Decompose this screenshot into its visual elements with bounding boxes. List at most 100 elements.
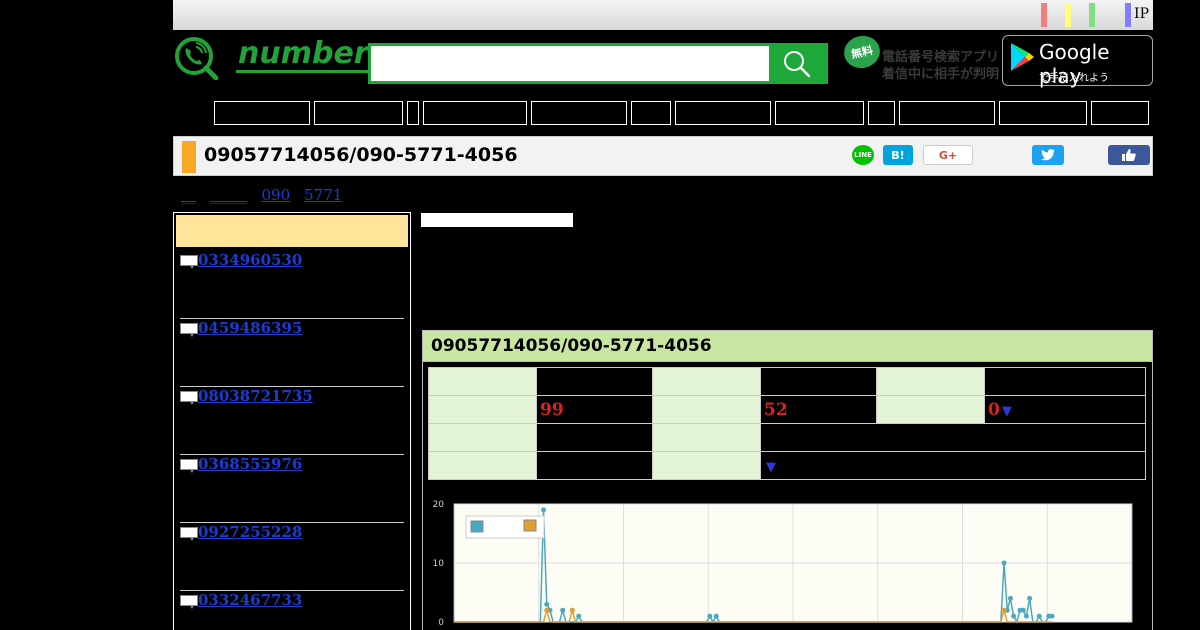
y-tick-label: 0 <box>438 618 444 628</box>
review-count-value: 0 <box>988 399 1000 420</box>
stat-label <box>428 367 537 396</box>
sidebar-number-link[interactable]: 0927255228 <box>198 523 302 541</box>
nav-item[interactable] <box>423 101 527 125</box>
expand-arrow-icon[interactable]: ▼ <box>766 460 776 475</box>
access-history-chart: 20 10 0 <box>433 500 1133 628</box>
data-point <box>1001 607 1007 613</box>
nav-item[interactable] <box>314 101 403 125</box>
ad-placeholder <box>421 213 573 227</box>
nav-item[interactable] <box>214 101 310 125</box>
list-item: 0332467733 <box>180 591 404 630</box>
google-play-icon <box>1011 43 1034 71</box>
stat-value <box>536 367 653 396</box>
nav-item[interactable] <box>1091 101 1149 125</box>
stat-label <box>428 395 537 424</box>
search-form <box>368 43 828 84</box>
stat-label <box>652 367 761 396</box>
breadcrumb: __ _____ 090 5771 <box>181 186 356 204</box>
page-title-bar: 09057714056/090-5771-4056 LINE B! G+ <box>173 136 1153 176</box>
sidebar-header <box>176 215 408 247</box>
nav-item[interactable] <box>407 101 419 125</box>
stat-value <box>760 367 877 396</box>
stat-label <box>428 423 537 452</box>
nav-item[interactable] <box>531 101 627 125</box>
stat-value <box>536 451 653 480</box>
sidebar-number-link[interactable]: 0459486395 <box>198 319 302 337</box>
access-count: 99 <box>536 395 653 424</box>
app-promo-text: 電話番号検索アプリ 着信中に相手が判明 <box>882 49 999 83</box>
data-point <box>569 607 575 613</box>
data-point <box>541 507 547 513</box>
breadcrumb-link[interactable]: 5771 <box>304 186 342 204</box>
ip-label[interactable]: IP <box>1134 6 1149 22</box>
legend-swatch <box>523 519 537 532</box>
site-logo-text[interactable]: number <box>236 38 371 73</box>
app-promo-line1: 電話番号検索アプリ <box>882 50 1000 65</box>
table-row: 99 52 0 ▼ <box>428 395 1146 424</box>
top-bar: IP <box>173 0 1153 30</box>
data-point <box>1023 613 1029 619</box>
nav-item[interactable] <box>899 101 995 125</box>
stat-label <box>652 423 761 452</box>
chart-y-axis: 20 10 0 <box>433 500 445 628</box>
expand-arrow-icon[interactable]: ▼ <box>1002 404 1012 419</box>
breadcrumb-link[interactable]: __ <box>181 186 196 204</box>
comment-icon <box>180 391 198 405</box>
stripe-yellow <box>1065 3 1071 27</box>
facebook-like-button[interactable] <box>1108 145 1150 165</box>
comment-icon <box>180 323 198 337</box>
google-play-button[interactable]: Google play で手に入れよう <box>1002 35 1153 88</box>
stat-value: ▼ <box>760 451 1146 480</box>
stat-label <box>428 451 537 480</box>
stat-value <box>536 423 653 452</box>
free-badge: 無料 <box>841 32 883 72</box>
list-item: 0334960530 <box>180 251 404 319</box>
search-button[interactable] <box>769 46 825 81</box>
line-share-button[interactable]: LINE <box>852 145 874 165</box>
google-plus-button[interactable]: G+ <box>923 145 973 165</box>
data-point <box>1007 595 1013 601</box>
hatena-bookmark-button[interactable]: B! <box>883 145 913 165</box>
sidebar-number-link[interactable]: 0334960530 <box>198 251 302 269</box>
stat-value <box>984 367 1146 396</box>
recent-numbers-sidebar: 0334960530 0459486395 08038721735 036855… <box>173 212 411 630</box>
nav-item[interactable] <box>775 101 864 125</box>
search-icon <box>784 50 811 77</box>
table-row <box>428 423 1146 452</box>
google-play-subtitle: で手に入れよう <box>1039 73 1109 84</box>
search-count: 52 <box>760 395 877 424</box>
list-item: 08038721735 <box>180 387 404 455</box>
title-marker <box>182 141 196 173</box>
twitter-icon <box>1041 149 1055 161</box>
data-point <box>544 601 550 607</box>
nav-item[interactable] <box>999 101 1087 125</box>
data-point <box>560 607 566 613</box>
comment-icon <box>180 459 198 473</box>
data-point <box>1020 607 1026 613</box>
chart-legend <box>465 515 545 539</box>
nav-item[interactable] <box>868 101 895 125</box>
y-tick-label: 20 <box>433 500 445 510</box>
sidebar-number-link[interactable]: 0332467733 <box>198 591 302 609</box>
stat-label <box>876 367 985 396</box>
comment-icon <box>180 595 198 609</box>
nav-item[interactable] <box>675 101 771 125</box>
data-point <box>1027 595 1033 601</box>
data-point <box>576 613 582 619</box>
nav-item[interactable] <box>631 101 671 125</box>
twitter-button[interactable] <box>1032 145 1064 165</box>
search-input[interactable] <box>371 46 769 81</box>
panel-title: 09057714056/090-5771-4056 <box>423 331 1152 362</box>
data-point <box>1001 560 1007 566</box>
data-point <box>544 607 550 613</box>
legend-swatch <box>470 520 484 533</box>
stripe-red <box>1041 3 1047 27</box>
main-nav <box>214 101 1149 125</box>
breadcrumb-link[interactable]: _____ <box>210 186 248 204</box>
table-row: ▼ <box>428 451 1146 480</box>
stats-table: 99 52 0 ▼ ▼ <box>428 367 1146 480</box>
sidebar-number-link[interactable]: 08038721735 <box>198 387 313 405</box>
sidebar-number-link[interactable]: 0368555976 <box>198 455 302 473</box>
breadcrumb-link[interactable]: 090 <box>262 186 291 204</box>
phone-search-logo-icon[interactable] <box>172 36 220 80</box>
